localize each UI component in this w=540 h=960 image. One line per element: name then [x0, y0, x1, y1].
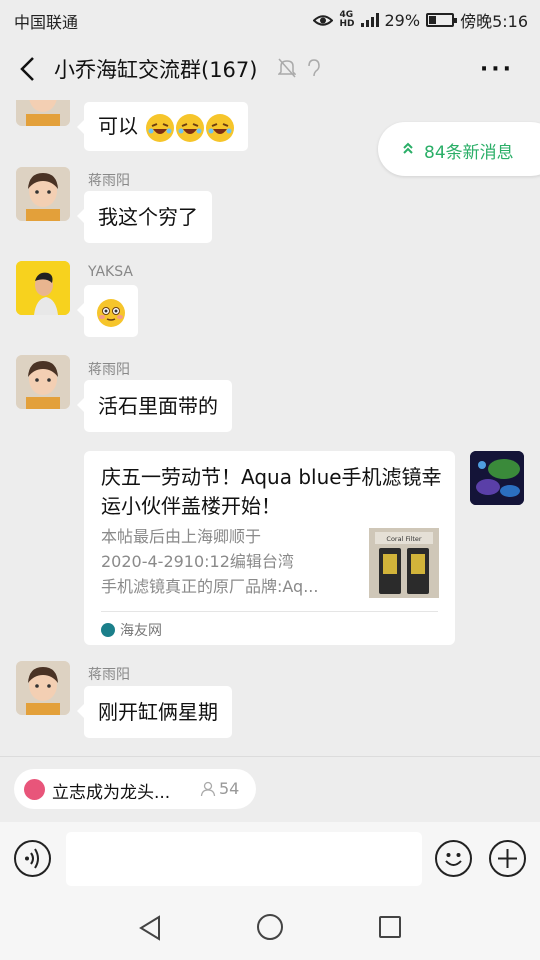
clock: 傍晚5:16: [460, 12, 528, 31]
new-messages-button[interactable]: 84条新消息: [378, 122, 540, 176]
signal-icon: [360, 13, 379, 27]
link-card-source: 海友网: [101, 620, 162, 640]
avatar[interactable]: [470, 451, 524, 505]
status-right: 4G HD 29% 傍晚5:16: [313, 8, 528, 32]
sender-name: YAKSA: [88, 264, 133, 280]
avatar-image: [16, 661, 70, 715]
nav-home-icon[interactable]: [257, 914, 283, 940]
link-card-desc-line: 本帖最后由上海卿顺于: [101, 527, 262, 546]
nav-recents-icon[interactable]: [379, 916, 401, 938]
message-text: 我这个穷了: [98, 205, 198, 229]
message-text: 活石里面带的: [98, 394, 218, 418]
network-type-bottom: HD: [339, 19, 355, 29]
mini-program-icon: [24, 779, 45, 800]
back-arrow-icon[interactable]: [18, 56, 38, 82]
link-card-title: 庆五一劳动节！Aqua blue手机滤镜幸运小伙伴盖楼开始！: [101, 465, 442, 518]
rofl-emoji-icon: [176, 113, 205, 142]
flushed-emoji-icon: [97, 298, 125, 327]
battery-fill: [429, 16, 437, 24]
message-list[interactable]: 可以 84条新消息 蒋雨阳 我这个穷了 YAKSA 蒋雨阳 活石里面带的 庆五一…: [0, 100, 540, 756]
system-navigation-bar: [0, 898, 540, 960]
avatar-image: [16, 167, 70, 221]
title-status-icons: [278, 58, 322, 78]
new-messages-label: 84条新消息: [424, 143, 514, 163]
message-bubble[interactable]: 活石里面带的: [77, 380, 232, 432]
more-functions-button[interactable]: [489, 840, 526, 877]
earpiece-icon: [308, 59, 320, 77]
emoji-button[interactable]: [435, 840, 472, 877]
rofl-emoji-group: [146, 113, 235, 142]
link-card-thumbnail: Coral Filter: [369, 528, 439, 598]
sender-name: 蒋雨阳: [88, 362, 130, 378]
link-card-source-name: 海友网: [120, 623, 162, 639]
avatar[interactable]: [16, 100, 70, 126]
smiley-icon: [445, 853, 462, 866]
mini-program-pill[interactable]: 立志成为龙头... 54: [14, 769, 256, 809]
battery-icon: [426, 13, 458, 27]
message-text: 刚开缸俩星期: [98, 700, 218, 724]
message-input[interactable]: [66, 832, 422, 886]
voice-wave-icon: [25, 848, 39, 869]
battery-percent: 29%: [384, 10, 421, 30]
message-bubble[interactable]: 可以: [76, 102, 249, 151]
nav-back-icon[interactable]: [138, 915, 162, 941]
message-text: 可以: [98, 114, 138, 138]
input-bar: [0, 822, 540, 898]
avatar-image: [16, 100, 70, 126]
member-count-value: 54: [219, 779, 240, 798]
message-bubble[interactable]: 刚开缸俩星期: [77, 686, 232, 738]
avatar[interactable]: [16, 355, 70, 409]
sender-name: 蒋雨阳: [88, 173, 130, 189]
status-bar: 中国联通 4G HD 29% 傍晚5:16: [0, 0, 540, 38]
mini-program-name: 立志成为龙头...: [52, 783, 171, 803]
link-card-desc-line: 手机滤镜真正的原厂品牌:Aq...: [101, 577, 319, 596]
network-type-icon: 4G HD: [339, 11, 354, 29]
member-count: 54: [200, 779, 239, 798]
link-card-divider: [101, 611, 438, 612]
sender-name: 蒋雨阳: [88, 667, 130, 683]
bell-off-icon: [278, 58, 296, 78]
avatar[interactable]: [16, 261, 70, 315]
avatar-image: [16, 261, 70, 315]
more-options-button[interactable]: ···: [480, 57, 514, 82]
plus-icon: [498, 849, 517, 868]
chat-title[interactable]: 小乔海缸交流群(167): [54, 54, 257, 84]
link-card-desc-line: 2020-4-2910:12编辑台湾: [101, 552, 294, 571]
avatar[interactable]: [16, 661, 70, 715]
mini-program-bar: 立志成为龙头... 54: [0, 756, 540, 822]
avatar-image: [16, 355, 70, 409]
source-logo-icon: [101, 623, 115, 637]
link-card[interactable]: 庆五一劳动节！Aqua blue手机滤镜幸运小伙伴盖楼开始！ 本帖最后由上海卿顺…: [84, 451, 455, 645]
eye-comfort-icon: [313, 14, 334, 26]
rofl-emoji-icon: [206, 113, 235, 142]
double-chevron-up-icon: [403, 142, 413, 154]
chat-header: 小乔海缸交流群(167) ···: [0, 38, 540, 100]
message-bubble[interactable]: [77, 285, 138, 337]
voice-input-button[interactable]: [14, 840, 51, 877]
thumbnail-label: Coral Filter: [386, 535, 421, 543]
link-card-description: 本帖最后由上海卿顺于 2020-4-2910:12编辑台湾 手机滤镜真正的原厂品…: [101, 524, 356, 599]
rofl-emoji-icon: [146, 113, 175, 142]
message-bubble[interactable]: 我这个穷了: [77, 191, 212, 243]
carrier-label: 中国联通: [14, 13, 79, 32]
avatar[interactable]: [16, 167, 70, 221]
person-icon: [200, 781, 216, 796]
avatar-image: [470, 451, 524, 505]
